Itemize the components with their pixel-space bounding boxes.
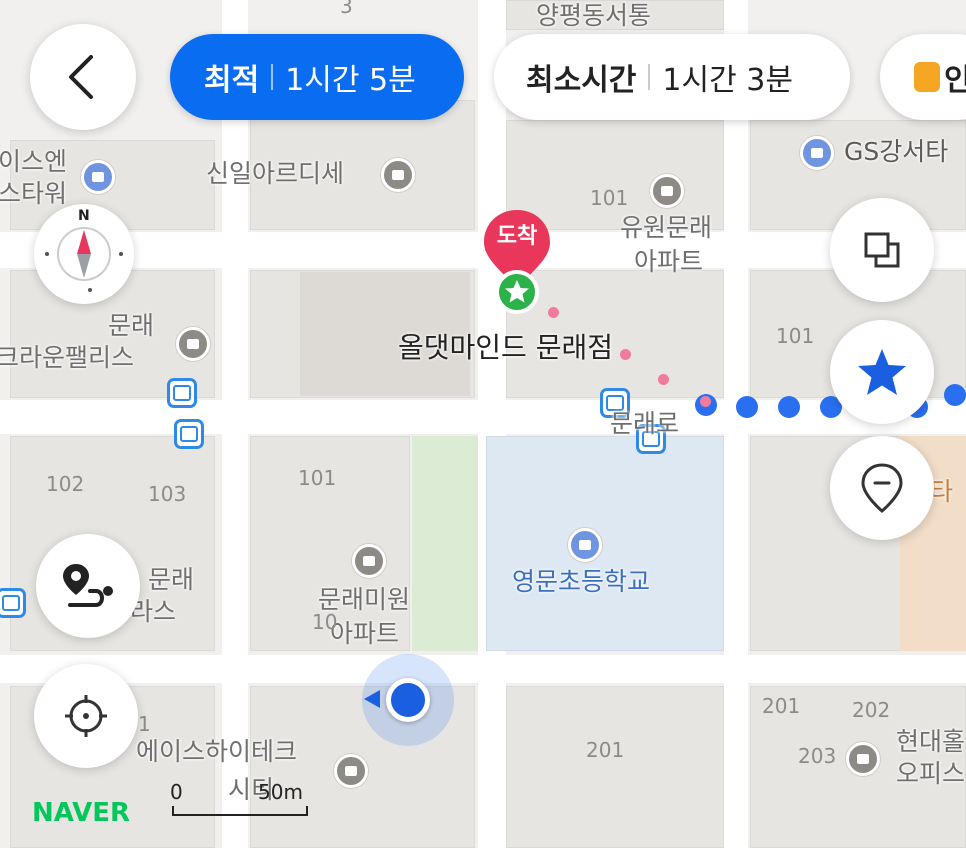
route-dot [658,374,669,385]
route-dot [620,349,631,360]
map-label: GS강서타 [844,137,949,166]
scale-zero: 0 [170,780,183,804]
scale-line [172,806,308,816]
school-grounds [486,436,724,651]
compass-icon: N [45,208,123,292]
road [724,0,748,848]
map-label: 영문초등학교 [512,567,651,596]
map-label: 크라운팰리스 [0,343,135,372]
building-number: 201 [762,694,801,718]
tab-optimal-label: 최적 [204,63,260,98]
building-number: 103 [148,482,187,506]
tab-fastest[interactable]: 최소시간 1시간 3분 [494,34,850,120]
crosshair-icon [65,695,107,737]
destination-badge: 도착 [496,224,538,249]
poi-icon[interactable] [81,160,115,194]
tab-fastest-duration: 1시간 3분 [662,63,793,98]
tab-transit[interactable]: 인 [880,34,966,120]
poi-icon[interactable] [650,174,684,208]
star-icon [858,349,906,395]
bus-stop-icon[interactable] [174,419,204,449]
current-location-dot [386,678,430,722]
poi-icon[interactable] [176,327,210,361]
poi-icon[interactable] [334,754,368,788]
bus-stop-icon[interactable] [167,378,197,408]
park [412,436,478,651]
back-button[interactable] [30,24,136,130]
map-label: 현대홀 [896,727,966,756]
tab-transit-label: 인 [944,63,966,98]
map-label: 유원문래 [620,213,713,242]
map-pin-icon [861,463,903,513]
map-label: 양평동서통 [536,1,652,30]
divider [648,64,651,90]
bus-stop-icon[interactable] [0,588,26,618]
tab-optimal[interactable]: 최적 1시간 5분 [170,34,464,120]
poi-icon[interactable] [352,544,386,578]
scale-distance: 50m [258,780,303,804]
tab-optimal-duration: 1시간 5분 [285,63,416,98]
place-pin-button[interactable] [830,436,934,540]
map-label: 문래 [148,565,195,594]
map-label: 문래 [108,311,155,340]
layers-button[interactable] [830,198,934,302]
building-number: 102 [46,472,85,496]
building-number: 201 [586,738,625,762]
building-number: 203 [798,744,837,768]
building-number: 1 [138,712,151,736]
block [506,686,724,848]
destination-pin[interactable]: 도착 [482,206,552,316]
map-label: 아파트 [634,247,704,276]
route-dot [944,384,966,406]
poi-icon[interactable] [381,158,415,192]
building-number: 202 [852,698,891,722]
route-dot [778,396,800,418]
layers-icon [864,232,900,268]
map-label: 아파트 [330,619,400,648]
route-dot [700,396,711,407]
poi-icon[interactable] [568,528,602,562]
building-number: 101 [298,466,337,490]
map-label: 에이스하이테크 [136,737,298,766]
divider [271,64,274,90]
map-label: 이스엔 [0,147,68,176]
map-canvas[interactable]: 양평동서통 3 신일아르디세 이스엔 스타워 GS강서타 101 유원문래 아파… [0,0,966,848]
naver-logo: NAVER [32,798,131,828]
map-label: 문래로 [610,409,680,438]
route-icon [63,564,113,607]
route-options-button[interactable] [36,534,140,638]
road [222,0,248,848]
building-number: 3 [340,0,353,18]
poi-icon[interactable] [846,742,880,776]
my-location-button[interactable] [34,664,138,768]
scale-bar: 0 50m [170,780,310,820]
poi-icon[interactable] [800,136,834,170]
svg-text:N: N [78,208,90,224]
chevron-left-icon [69,55,93,99]
map-label: 신일아르디세 [206,159,345,188]
route-dot [736,396,758,418]
favorite-button[interactable] [830,320,934,424]
train-icon [914,62,940,92]
building-number: 101 [776,324,815,348]
road [478,0,506,848]
heading-arrow-icon [364,690,380,708]
building-number: 101 [590,186,629,210]
destination-name[interactable]: 올댓마인드 문래점 [398,326,613,366]
compass-button[interactable]: N [34,204,134,304]
map-label: 오피스 [896,759,966,788]
building-number: 10 [312,610,338,634]
tab-fastest-label: 최소시간 [526,63,637,98]
